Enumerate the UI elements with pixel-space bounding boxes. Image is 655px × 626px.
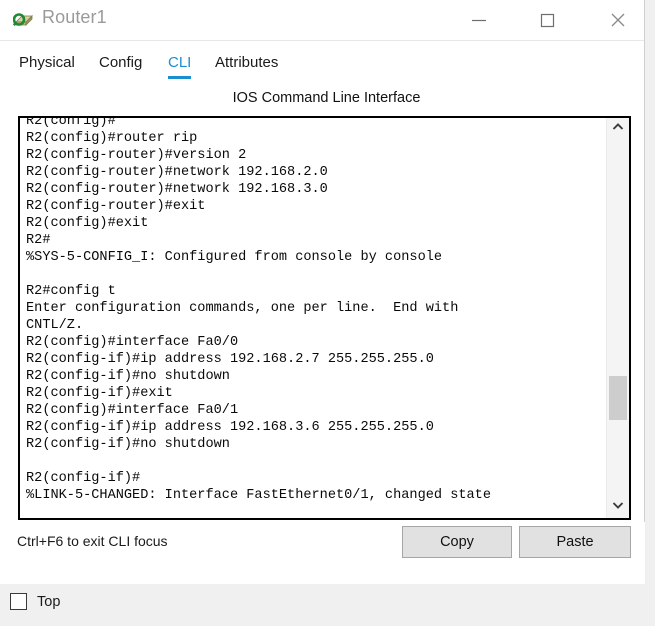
tab-cli-label: CLI [168, 54, 192, 71]
bottom-bar: Top [0, 584, 655, 626]
tab-physical-label: Physical [19, 54, 75, 71]
tab-cli[interactable]: CLI [168, 49, 192, 82]
copy-button-label: Copy [440, 534, 474, 550]
maximize-button[interactable] [524, 0, 570, 40]
window-right-edge [645, 0, 655, 584]
tab-bar: Physical Config CLI Attributes [11, 49, 634, 82]
scroll-down-button[interactable] [607, 496, 629, 518]
title-bar: Router1 [0, 0, 644, 41]
tab-attributes-label: Attributes [215, 54, 279, 71]
maximize-icon [538, 11, 556, 29]
tab-config[interactable]: Config [99, 49, 142, 82]
window-title: Router1 [42, 7, 107, 27]
console-footer: Ctrl+F6 to exit CLI focus Copy Paste [0, 522, 645, 584]
router-magnifier-icon [12, 9, 35, 31]
chevron-up-icon [611, 120, 625, 138]
close-icon [608, 10, 628, 30]
top-checkbox-row[interactable]: Top [10, 593, 60, 610]
cli-focus-hint: Ctrl+F6 to exit CLI focus [17, 533, 168, 549]
cli-scrollbar[interactable] [606, 118, 629, 518]
panel-heading: IOS Command Line Interface [0, 90, 645, 106]
paste-button-label: Paste [556, 534, 594, 550]
tab-attributes[interactable]: Attributes [215, 49, 278, 82]
minimize-icon [470, 13, 488, 27]
top-checkbox[interactable] [10, 593, 27, 610]
cli-console[interactable]: R2(config)# R2(config)#router rip R2(con… [18, 116, 631, 520]
copy-button[interactable]: Copy [402, 526, 512, 558]
top-checkbox-label: Top [37, 593, 61, 610]
panel-heading-label: IOS Command Line Interface [232, 90, 421, 106]
minimize-button[interactable] [456, 0, 502, 40]
scroll-up-button[interactable] [607, 118, 629, 140]
chevron-down-icon [611, 498, 625, 516]
router-properties-window: Router1 Physical Config CLI Attributes I… [0, 0, 645, 584]
cli-console-text: R2(config)# R2(config)#router rip R2(con… [26, 116, 491, 503]
tab-physical[interactable]: Physical [19, 49, 75, 82]
scrollbar-thumb[interactable] [609, 376, 627, 420]
close-button[interactable] [595, 0, 641, 40]
paste-button[interactable]: Paste [519, 526, 631, 558]
tab-config-label: Config [99, 54, 143, 71]
tab-active-underline [168, 76, 192, 79]
